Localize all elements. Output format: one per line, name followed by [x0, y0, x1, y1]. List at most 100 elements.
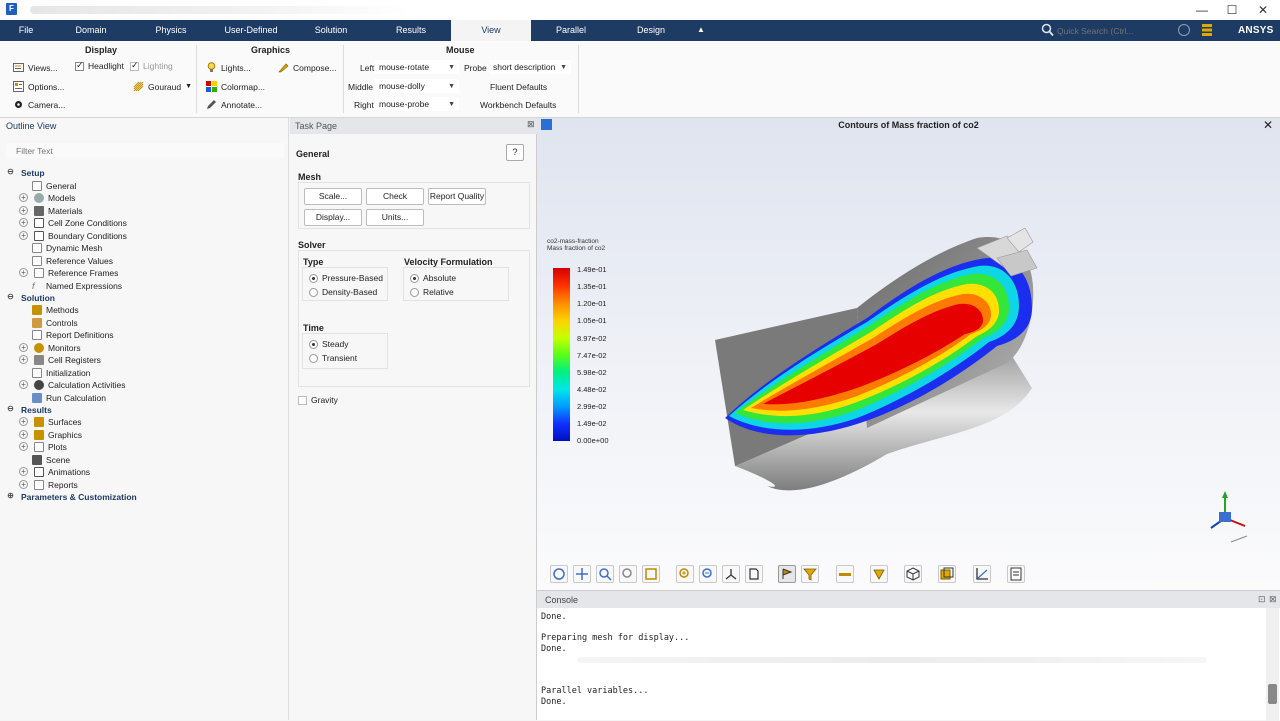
report-quality-button[interactable]: Report Quality — [428, 188, 486, 205]
tree-item-plots[interactable]: + Plots — [19, 440, 67, 453]
tree-item-reference-frames[interactable]: + Reference Frames — [19, 266, 118, 279]
gravity-checkbox[interactable]: Gravity — [298, 395, 338, 405]
workbench-defaults-button[interactable]: Workbench Defaults — [480, 100, 556, 110]
tab-physics[interactable]: Physics — [131, 20, 211, 41]
scale-button[interactable]: Scale... — [304, 188, 362, 205]
expand-icon[interactable]: + — [19, 480, 28, 489]
expand-icon[interactable]: + — [19, 206, 28, 215]
annotate-button[interactable]: Annotate... — [206, 99, 262, 110]
tab-design[interactable]: Design — [611, 20, 691, 41]
view-orientation-icon[interactable] — [745, 565, 763, 583]
close-icon[interactable]: ⊠ — [527, 119, 535, 130]
report-icon[interactable] — [1007, 565, 1025, 583]
minimize-button[interactable]: — — [1187, 0, 1217, 20]
graphics-window[interactable]: Contours of Mass fraction of co2 ✕ co2-m… — [537, 118, 1280, 590]
zoom-in-icon[interactable] — [676, 565, 694, 583]
close-icon[interactable]: ⊠ — [1269, 594, 1277, 605]
lights-button[interactable]: Lights... — [206, 62, 251, 73]
zoom-view-icon[interactable] — [596, 565, 614, 583]
console-scrollbar[interactable] — [1266, 608, 1279, 721]
maximize-button[interactable]: ☐ — [1217, 0, 1247, 20]
transient-radio[interactable]: Transient — [309, 353, 357, 363]
expand-icon[interactable]: + — [19, 355, 28, 364]
options-button[interactable]: Options... — [13, 81, 64, 92]
axes-icon[interactable] — [973, 565, 991, 583]
steady-radio[interactable]: Steady — [309, 339, 348, 349]
copy-image-icon[interactable] — [938, 565, 956, 583]
close-icon[interactable]: ✕ — [1263, 118, 1273, 132]
tab-file[interactable]: File — [0, 20, 52, 41]
tree-item-surfaces[interactable]: + Surfaces — [19, 415, 82, 428]
pressure-based-radio[interactable]: Pressure-Based — [309, 273, 383, 283]
select-filter-icon[interactable] — [801, 565, 819, 583]
outline-filter-input[interactable] — [6, 143, 284, 158]
tab-parallel[interactable]: Parallel — [531, 20, 611, 41]
check-button[interactable]: Check — [366, 188, 424, 205]
expand-icon[interactable]: + — [19, 268, 28, 277]
help-icon[interactable]: ? — [506, 144, 524, 161]
tree-item-animations[interactable]: + Animations — [19, 465, 90, 478]
tree-item-report-definitions[interactable]: Report Definitions — [32, 328, 114, 341]
headlight-checkbox[interactable]: Headlight — [75, 60, 124, 71]
expand-icon[interactable]: + — [19, 442, 28, 451]
camera-button[interactable]: Camera... — [13, 99, 65, 110]
units-button[interactable]: Units... — [366, 209, 424, 226]
workspace-icon[interactable] — [1201, 23, 1213, 37]
expand-icon[interactable]: + — [19, 193, 28, 202]
isometric-view-icon[interactable] — [722, 565, 740, 583]
right-mouse-dropdown[interactable]: mouse-probe ▼ — [375, 97, 459, 111]
middle-mouse-dropdown[interactable]: mouse-dolly ▼ — [375, 79, 459, 93]
lighting-checkbox[interactable]: Lighting — [130, 60, 173, 71]
fluent-defaults-button[interactable]: Fluent Defaults — [490, 82, 547, 92]
restore-icon[interactable]: ⊡ — [1258, 594, 1266, 605]
compose-button[interactable]: Compose... — [278, 62, 336, 73]
display-button[interactable]: Display... — [304, 209, 362, 226]
tree-item-dynamic-mesh[interactable]: Dynamic Mesh — [32, 241, 102, 254]
tree-item-methods[interactable]: Methods — [32, 303, 79, 316]
scrollbar-thumb[interactable] — [1268, 684, 1277, 704]
tab-domain[interactable]: Domain — [52, 20, 130, 41]
tree-item-cell-zone-conditions[interactable]: + Cell Zone Conditions — [19, 216, 127, 229]
fit-to-window-icon[interactable] — [642, 565, 660, 583]
expand-icon[interactable]: + — [19, 417, 28, 426]
density-based-radio[interactable]: Density-Based — [309, 287, 377, 297]
tree-section-setup[interactable]: ⊖ Setup — [6, 166, 44, 179]
left-mouse-dropdown[interactable]: mouse-rotate ▼ — [375, 60, 459, 74]
expand-icon[interactable]: + — [19, 343, 28, 352]
search-icon[interactable] — [1041, 23, 1054, 37]
transparency-icon[interactable] — [870, 565, 888, 583]
views-button[interactable]: Views... — [13, 62, 58, 73]
cube-view-icon[interactable] — [904, 565, 922, 583]
expand-icon[interactable]: + — [19, 218, 28, 227]
zoom-to-area-icon[interactable] — [619, 565, 637, 583]
probe-icon[interactable] — [778, 565, 796, 583]
tab-solution[interactable]: Solution — [291, 20, 371, 41]
collapse-ribbon-icon[interactable]: ▲ — [697, 20, 705, 40]
colormap-button[interactable]: Colormap... — [206, 81, 265, 92]
tree-section-parameters[interactable]: ⊕ Parameters & Customization — [6, 490, 137, 503]
gouraud-dropdown[interactable]: Gouraud ▼ — [133, 81, 192, 92]
rotate-view-icon[interactable] — [550, 565, 568, 583]
tree-item-models[interactable]: + Models — [19, 191, 75, 204]
expand-icon[interactable]: + — [19, 231, 28, 240]
console-panel[interactable]: Console ⊡ ⊠ Done. Preparing mesh for dis… — [537, 590, 1280, 721]
collapse-icon[interactable]: ⊖ — [6, 168, 15, 177]
collapse-icon[interactable]: ⊖ — [6, 405, 15, 414]
probe-dropdown[interactable]: short description ▼ — [489, 60, 571, 74]
pan-view-icon[interactable] — [573, 565, 591, 583]
tab-user-defined[interactable]: User-Defined — [211, 20, 291, 41]
relative-radio[interactable]: Relative — [410, 287, 454, 297]
tree-item-calculation-activities[interactable]: + Calculation Activities — [19, 378, 125, 391]
close-window-button[interactable]: ✕ — [1248, 0, 1278, 20]
collapse-icon[interactable]: ⊖ — [6, 293, 15, 302]
absolute-radio[interactable]: Absolute — [410, 273, 456, 283]
expand-icon[interactable]: + — [19, 430, 28, 439]
help-icon[interactable] — [1178, 24, 1190, 36]
zoom-out-icon[interactable] — [699, 565, 717, 583]
clipping-plane-icon[interactable] — [836, 565, 854, 583]
tab-results[interactable]: Results — [371, 20, 451, 41]
expand-icon[interactable]: + — [19, 467, 28, 476]
expand-icon[interactable]: + — [19, 380, 28, 389]
quick-search-input[interactable] — [1055, 24, 1165, 37]
tab-view[interactable]: View — [451, 20, 531, 41]
